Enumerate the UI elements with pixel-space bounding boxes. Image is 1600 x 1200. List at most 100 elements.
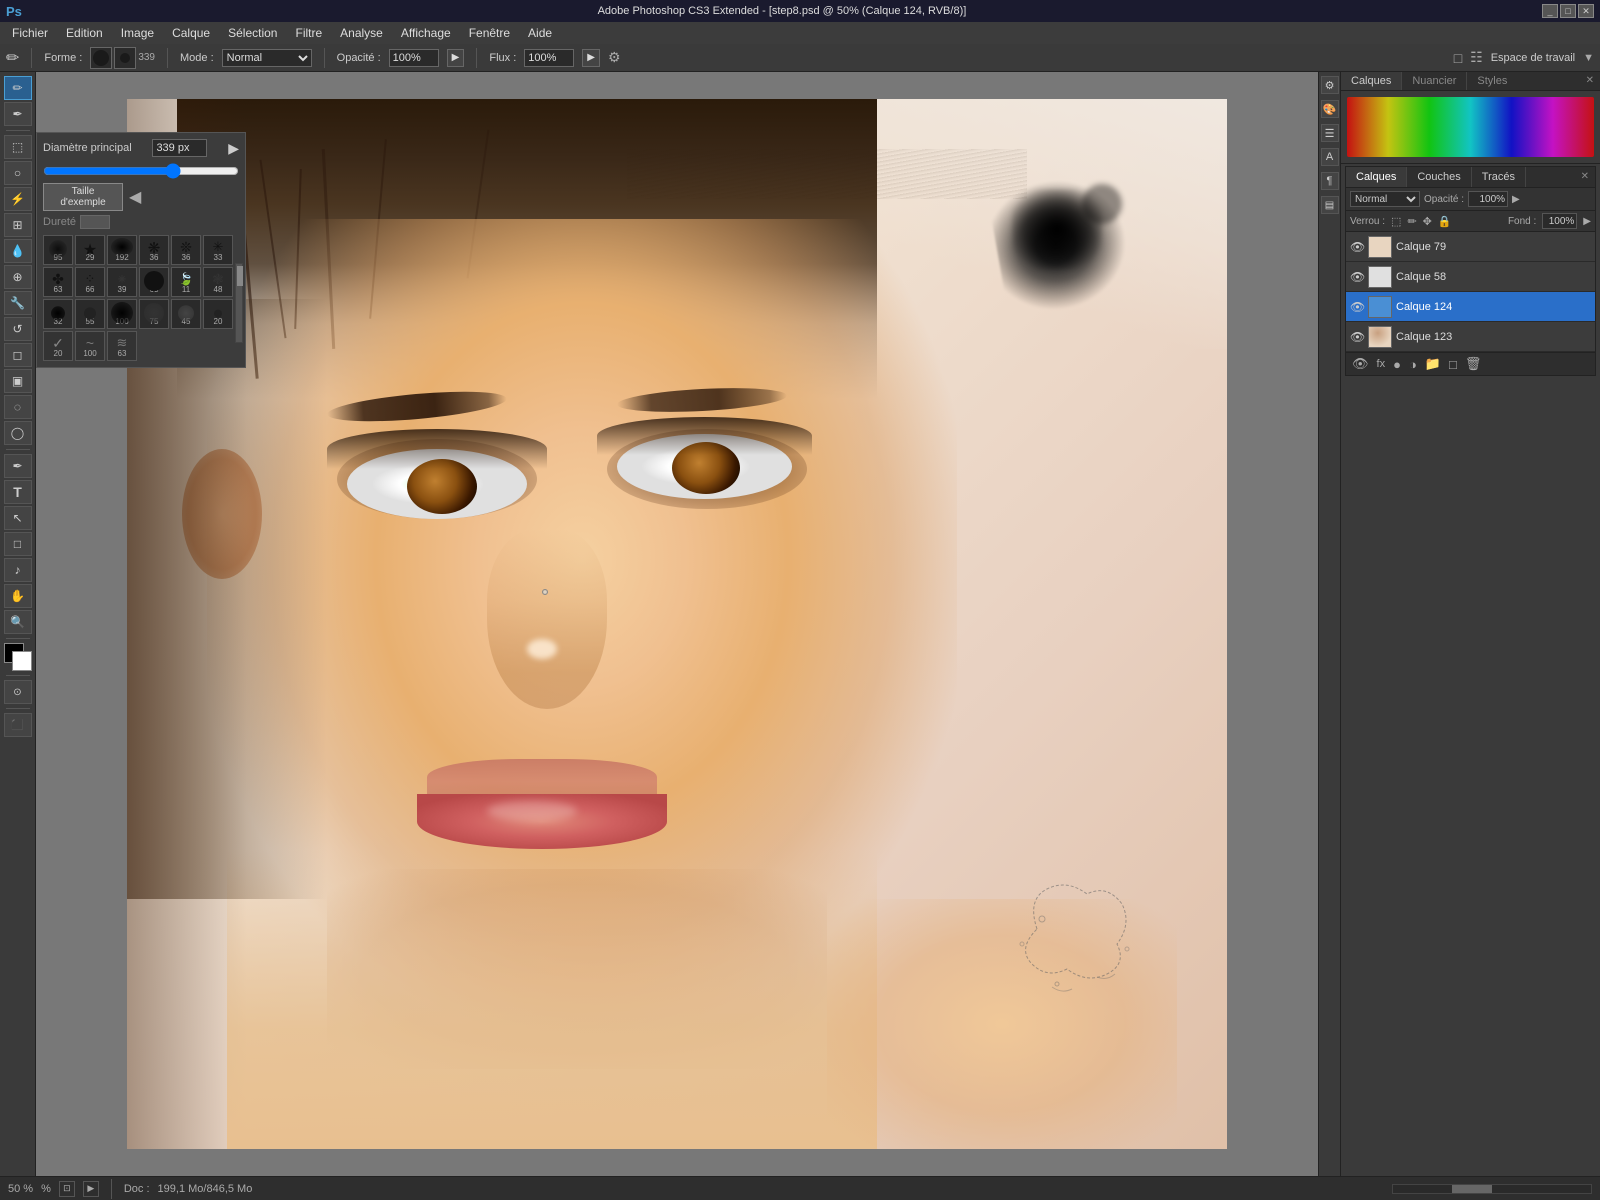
delete-layer-button[interactable]: 🗑 xyxy=(1463,356,1484,372)
horizontal-scrollbar[interactable] xyxy=(1392,1184,1592,1194)
tab-nuancier[interactable]: Nuancier xyxy=(1402,72,1467,90)
menu-edition[interactable]: Edition xyxy=(58,24,111,42)
brush-swatch-2[interactable]: 192 xyxy=(107,235,137,265)
brush-swatch-16[interactable]: 45 xyxy=(171,299,201,329)
zoom-tool-button[interactable]: 🔍 xyxy=(4,610,32,634)
workspace-arrow-icon[interactable]: ▼ xyxy=(1583,52,1594,64)
menu-selection[interactable]: Sélection xyxy=(220,24,285,42)
lock-all-icon[interactable]: 🔒 xyxy=(1438,215,1452,228)
adjustment-button[interactable]: ◑ xyxy=(1407,357,1419,372)
opacite-input[interactable] xyxy=(389,49,439,67)
blend-mode-select[interactable]: Normal Produit Superposition xyxy=(222,49,312,67)
menu-fenetre[interactable]: Fenêtre xyxy=(461,24,518,42)
brush-swatch-8[interactable]: ⁕ 39 xyxy=(107,267,137,297)
flux-input[interactable] xyxy=(524,49,574,67)
panel-icon-1[interactable]: ⚙ xyxy=(1321,76,1339,94)
panel-icon-5[interactable]: ¶ xyxy=(1321,172,1339,190)
screen-mode-button[interactable]: ⬛ xyxy=(4,713,32,737)
lock-transparency-icon[interactable]: ⬚ xyxy=(1391,215,1401,228)
brush-swatch-6[interactable]: ✤ 63 xyxy=(43,267,73,297)
canvas-content[interactable] xyxy=(127,99,1227,1149)
layer-blend-mode-select[interactable]: Normal Produit xyxy=(1350,191,1420,207)
menu-image[interactable]: Image xyxy=(113,24,162,42)
tab-styles[interactable]: Styles xyxy=(1467,72,1517,90)
menu-fichier[interactable]: Fichier xyxy=(4,24,56,42)
fit-screen-button[interactable]: ⊡ xyxy=(59,1181,75,1197)
brush-example-button[interactable]: Taille d'exemple xyxy=(43,183,123,211)
brush-swatch-18[interactable]: ✓ 20 xyxy=(43,331,73,361)
menu-affichage[interactable]: Affichage xyxy=(393,24,459,42)
close-button[interactable]: ✕ xyxy=(1578,4,1594,18)
brush-swatch-14[interactable]: 100 xyxy=(107,299,137,329)
brush-swatch-1[interactable]: ★ 29 xyxy=(75,235,105,265)
link-layers-button[interactable]: 👁 xyxy=(1350,356,1371,372)
brush-swatch-17[interactable]: 20 xyxy=(203,299,233,329)
brush-swatch-20[interactable]: ≋ 63 xyxy=(107,331,137,361)
shape-tool-button[interactable]: □ xyxy=(4,532,32,556)
new-group-button[interactable]: 📁 xyxy=(1423,356,1443,372)
layer-item-79[interactable]: 👁 Calque 79 xyxy=(1346,232,1595,262)
menu-filtre[interactable]: Filtre xyxy=(287,24,330,42)
blur-button[interactable]: ◌ xyxy=(4,395,32,419)
notes-tool-button[interactable]: ♪ xyxy=(4,558,32,582)
layers-panel-close[interactable]: ✕ xyxy=(1575,167,1595,187)
brush-expand-icon[interactable]: ▶ xyxy=(228,140,239,157)
tab-couches[interactable]: Couches xyxy=(1407,167,1471,187)
workspace-label[interactable]: Espace de travail xyxy=(1491,52,1575,64)
tab-couleur[interactable]: Calques xyxy=(1341,72,1402,90)
brush-swatch-15[interactable]: 75 xyxy=(139,299,169,329)
brush-swatch-9[interactable]: 63 xyxy=(139,267,169,297)
brush-shape-2[interactable] xyxy=(114,47,136,69)
lock-pixels-icon[interactable]: ✏ xyxy=(1407,215,1416,228)
brush-shape-1[interactable] xyxy=(90,47,112,69)
brush-swatch-13[interactable]: 55 xyxy=(75,299,105,329)
color-spectrum[interactable] xyxy=(1347,97,1594,157)
brush-swatch-5[interactable]: ✳ 33 xyxy=(203,235,233,265)
tab-traces[interactable]: Tracés xyxy=(1472,167,1526,187)
brush-size-input[interactable] xyxy=(152,139,207,157)
opacite-arrow-btn[interactable]: ▶ xyxy=(447,49,465,67)
brush-swatch-12[interactable]: 32 xyxy=(43,299,73,329)
crop-tool-button[interactable]: ⊞ xyxy=(4,213,32,237)
menu-aide[interactable]: Aide xyxy=(520,24,560,42)
magic-wand-button[interactable]: ⚡ xyxy=(4,187,32,211)
lock-position-icon[interactable]: ✥ xyxy=(1423,215,1432,228)
panel-expand-arrow[interactable]: ◀ xyxy=(129,187,141,207)
panel-icon-4[interactable]: A xyxy=(1321,148,1339,166)
pencil-tool-button[interactable]: ✒ xyxy=(4,102,32,126)
minimize-button[interactable]: _ xyxy=(1542,4,1558,18)
panel-icon-2[interactable]: 🎨 xyxy=(1321,100,1339,118)
lasso-tool-button[interactable]: ○ xyxy=(4,161,32,185)
add-mask-button[interactable]: ● xyxy=(1391,357,1403,372)
history-brush-button[interactable]: ↺ xyxy=(4,317,32,341)
layer-item-123[interactable]: 👁 Calque 123 xyxy=(1346,322,1595,352)
new-layer-button[interactable]: □ xyxy=(1447,357,1459,372)
brush-swatch-11[interactable]: ❃ 48 xyxy=(203,267,233,297)
layer-opacite-input[interactable] xyxy=(1468,191,1508,207)
navigator-button[interactable]: ▶ xyxy=(83,1181,99,1197)
hand-tool-button[interactable]: ✋ xyxy=(4,584,32,608)
layer-123-visibility-icon[interactable]: 👁 xyxy=(1350,330,1364,344)
layer-79-visibility-icon[interactable]: 👁 xyxy=(1350,240,1364,254)
layer-effects-button[interactable]: fx xyxy=(1375,358,1388,370)
layer-opacite-arrow[interactable]: ▶ xyxy=(1512,194,1520,205)
fond-arrow[interactable]: ▶ xyxy=(1583,216,1591,227)
brush-scrollbar[interactable] xyxy=(235,263,243,343)
brush-scrollbar-thumb[interactable] xyxy=(237,266,243,286)
layer-item-58[interactable]: 👁 Calque 58 xyxy=(1346,262,1595,292)
brush-tool-button[interactable]: ✏ xyxy=(4,76,32,100)
brush-swatch-7[interactable]: ⁘ 66 xyxy=(75,267,105,297)
brush-swatch-10[interactable]: 🍃 11 xyxy=(171,267,201,297)
brush-swatch-0[interactable]: 95 xyxy=(43,235,73,265)
marquee-tool-button[interactable]: ⬚ xyxy=(4,135,32,159)
pen-tool-button[interactable]: ✒ xyxy=(4,454,32,478)
menu-analyse[interactable]: Analyse xyxy=(332,24,391,42)
fond-input[interactable] xyxy=(1542,213,1577,229)
menu-calque[interactable]: Calque xyxy=(164,24,218,42)
airbrush-icon[interactable]: ⚙ xyxy=(608,49,621,66)
color-selector[interactable] xyxy=(4,643,32,671)
tab-calques[interactable]: Calques xyxy=(1346,167,1407,187)
background-color[interactable] xyxy=(12,651,32,671)
eyedropper-button[interactable]: 💧 xyxy=(4,239,32,263)
type-tool-button[interactable]: T xyxy=(4,480,32,504)
